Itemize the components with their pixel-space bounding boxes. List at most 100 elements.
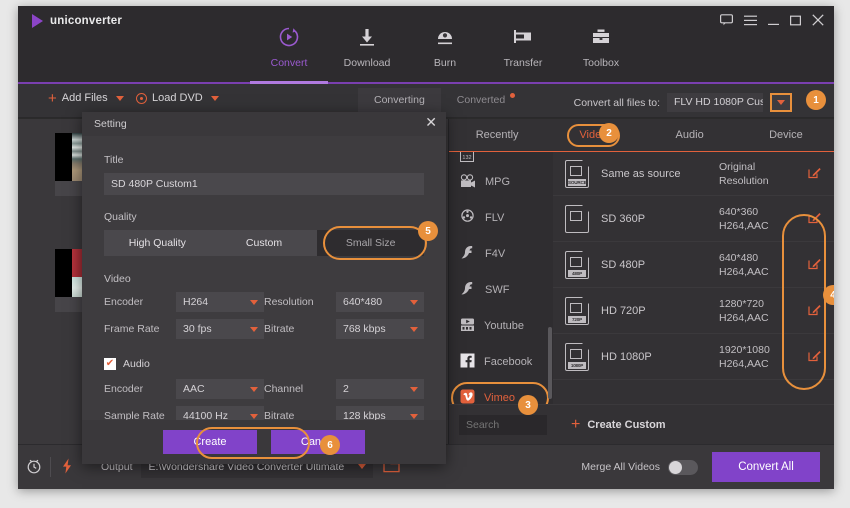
format-codec: H264,AAC <box>719 311 769 324</box>
title-input[interactable] <box>104 173 424 195</box>
sidebar-item-mpg[interactable]: MPG <box>449 164 553 200</box>
cancel-button[interactable]: Cancel <box>271 430 365 454</box>
quality-option-custom[interactable]: Custom <box>211 230 318 256</box>
convert-all-button[interactable]: Convert All <box>712 452 820 482</box>
format-row[interactable]: SD 360P 640*360 H264,AAC <box>553 196 834 242</box>
format-row[interactable]: 1080P HD 1080P 1920*1080 H264,AAC <box>553 334 834 380</box>
format-name: Same as source <box>601 167 681 180</box>
tab-converted[interactable]: Converted <box>441 88 521 112</box>
format-name: HD 720P <box>601 304 646 317</box>
field-frame-rate: Frame Rate 30 fps <box>104 319 264 339</box>
add-files-label: Add Files <box>61 92 108 104</box>
format-file-icon: 480P <box>565 250 589 279</box>
video-bitrate-select[interactable]: 768 kbps <box>336 319 424 339</box>
video-settings-row2: Frame Rate 30 fps Bitrate 768 kbps <box>104 319 424 346</box>
video-encoder-select[interactable]: H264 <box>176 292 264 312</box>
tab-label: Recently <box>475 129 519 141</box>
audio-channel-select[interactable]: 2 <box>336 379 424 399</box>
nav-burn[interactable]: Burn <box>406 20 484 69</box>
status-tabs: Converting Converted <box>358 88 521 112</box>
format-meta: 1920*1080 H264,AAC <box>719 343 794 371</box>
quality-option-small[interactable]: Small Size <box>317 230 425 256</box>
close-icon[interactable]: ✕ <box>425 115 437 129</box>
tab-recently[interactable]: Recently <box>449 119 545 151</box>
transfer-icon <box>484 24 562 50</box>
tab-converting-label: Converting <box>374 94 425 106</box>
audio-checkbox[interactable]: ✔ <box>104 358 116 370</box>
nav-transfer[interactable]: Transfer <box>484 20 562 69</box>
convert-all-label: Convert all files to: <box>573 96 660 109</box>
feedback-icon[interactable] <box>720 14 734 30</box>
youtube-icon <box>460 318 475 335</box>
sidebar-item-f4v[interactable]: F4V <box>449 236 553 272</box>
minimize-icon[interactable] <box>768 14 779 30</box>
field-label: Encoder <box>104 296 144 308</box>
sidebar-item-partial[interactable]: 132 <box>449 152 553 164</box>
create-custom-button[interactable]: + Create Custom <box>571 417 666 433</box>
search-input[interactable] <box>459 414 547 435</box>
merge-all-videos: Merge All Videos <box>581 459 698 475</box>
logo-icon <box>32 14 43 28</box>
dialog-title: Setting <box>94 118 127 130</box>
format-row[interactable]: 720P HD 720P 1280*720 H264,AAC <box>553 288 834 334</box>
nav-toolbox[interactable]: Toolbox <box>562 20 640 69</box>
chevron-down-icon[interactable] <box>357 464 366 469</box>
audio-encoder-select[interactable]: AAC <box>176 379 264 399</box>
format-badge: 1080P <box>568 361 586 369</box>
plus-icon: + <box>48 89 57 107</box>
merge-label: Merge All Videos <box>581 461 660 473</box>
edit-format-button[interactable] <box>794 211 834 227</box>
sidebar-item-vimeo[interactable]: Vimeo <box>449 380 553 404</box>
format-codec: H264,AAC <box>719 357 769 370</box>
tab-converting[interactable]: Converting <box>358 88 441 112</box>
nav-download[interactable]: Download <box>328 20 406 69</box>
format-row[interactable]: 480P SD 480P 640*480 H264,AAC <box>553 242 834 288</box>
sidebar-label: MPG <box>485 176 511 188</box>
format-row[interactable]: SOURCE Same as source Original Resolutio… <box>553 152 834 196</box>
video-resolution-select[interactable]: 640*480 <box>336 292 424 312</box>
maximize-icon[interactable] <box>790 14 802 30</box>
lightning-icon[interactable] <box>51 458 83 477</box>
audio-toggle[interactable]: ✔ Audio <box>104 358 424 370</box>
chevron-down-icon <box>777 100 785 105</box>
chevron-down-icon[interactable] <box>210 95 219 101</box>
format-file-icon: SOURCE <box>565 159 589 188</box>
format-meta: 640*360 H264,AAC <box>719 205 794 233</box>
tab-device[interactable]: Device <box>738 119 834 151</box>
svg-text:132: 132 <box>462 155 471 161</box>
edit-format-button[interactable] <box>794 257 834 273</box>
tab-audio[interactable]: Audio <box>642 119 738 151</box>
frame-rate-select[interactable]: 30 fps <box>176 319 264 339</box>
quality-option-high[interactable]: High Quality <box>104 230 211 256</box>
edit-format-button[interactable] <box>794 166 834 182</box>
convert-all-dropdown-button[interactable] <box>770 93 792 112</box>
timer-icon[interactable] <box>18 458 50 477</box>
create-button[interactable]: Create <box>163 430 257 454</box>
convert-all-value[interactable]: FLV HD 1080P Custo... <box>667 93 763 112</box>
close-icon[interactable] <box>812 14 824 30</box>
format-panel-footer: + Create Custom <box>449 404 834 444</box>
edit-format-button[interactable] <box>794 303 834 319</box>
sidebar-item-facebook[interactable]: Facebook <box>449 344 553 380</box>
sidebar-item-swf[interactable]: SWF <box>449 272 553 308</box>
menu-icon[interactable] <box>744 14 757 30</box>
load-dvd-label: Load DVD <box>152 92 203 104</box>
nav-convert[interactable]: Convert <box>250 20 328 69</box>
chevron-down-icon <box>410 387 418 392</box>
format-badge: SOURCE <box>568 178 587 186</box>
tab-video[interactable]: Video <box>545 119 641 151</box>
merge-toggle[interactable] <box>668 459 698 475</box>
add-files-button[interactable]: + Add Files <box>48 89 124 107</box>
check-icon: ✔ <box>105 358 115 369</box>
sidebar-item-flv[interactable]: FLV <box>449 200 553 236</box>
edit-format-button[interactable] <box>794 349 834 365</box>
field-audio-channel: Channel 2 <box>264 379 424 399</box>
sidebar-item-youtube[interactable]: Youtube <box>449 308 553 344</box>
sidebar-scrollbar[interactable] <box>548 327 552 399</box>
field-value: 2 <box>343 383 349 395</box>
format-codec: H264,AAC <box>719 265 769 278</box>
chevron-down-icon[interactable] <box>115 95 124 101</box>
load-dvd-button[interactable]: Load DVD <box>136 92 219 104</box>
flv-reel-icon <box>460 209 476 227</box>
main-nav: Convert Download Burn Transfer Toolbox <box>250 20 640 69</box>
